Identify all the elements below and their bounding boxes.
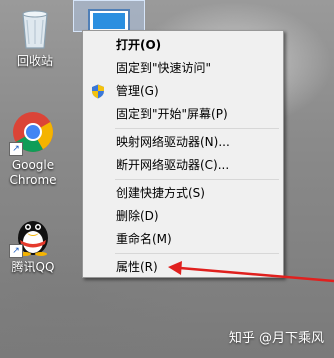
annotation-arrow [168, 261, 334, 283]
watermark: 知乎 @月下乘风 [228, 331, 324, 346]
